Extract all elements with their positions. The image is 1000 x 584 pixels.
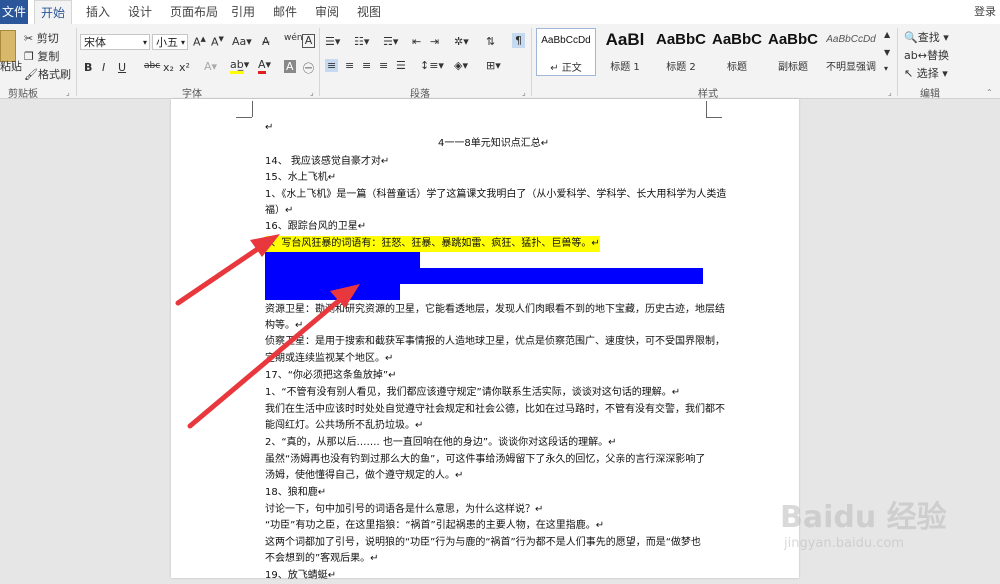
watermark-brand: Baidu 经验 bbox=[780, 500, 947, 535]
watermark-url: jingyan.baidu.com bbox=[784, 536, 904, 551]
arrow-line-upper bbox=[175, 243, 265, 306]
baidu-watermark: Baidu 经验 jingyan.baidu.com bbox=[780, 492, 990, 552]
arrow-line-lower bbox=[187, 295, 345, 429]
